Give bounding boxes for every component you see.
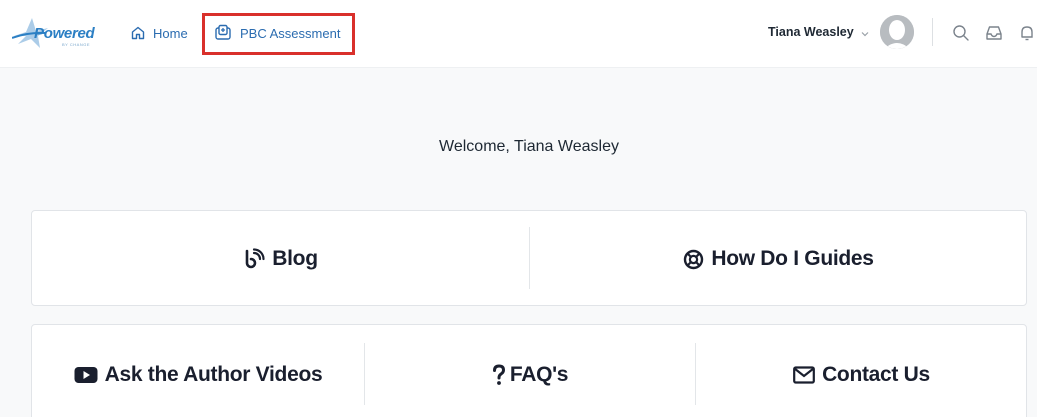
faqs-label: FAQ's — [509, 363, 569, 386]
blog-link[interactable]: Blog — [32, 211, 529, 307]
search-icon[interactable] — [952, 24, 970, 47]
brand-logo[interactable]: Powered BY CHANGE — [12, 14, 96, 50]
contact-us-label: Contact Us — [822, 363, 930, 386]
envelope-icon — [793, 366, 815, 384]
contact-us-link[interactable]: Contact Us — [696, 325, 1027, 417]
bell-icon[interactable] — [1018, 24, 1036, 47]
ask-the-author-videos-label: Ask the Author Videos — [104, 363, 323, 386]
top-navigation-bar: Powered BY CHANGE Home PBC Assessment Ti… — [0, 0, 1037, 68]
question-icon — [492, 364, 506, 386]
blog-label: Blog — [272, 247, 318, 270]
ask-the-author-videos-link[interactable]: Ask the Author Videos — [32, 325, 364, 417]
home-icon — [130, 25, 146, 41]
youtube-icon — [74, 366, 98, 384]
inbox-icon[interactable] — [985, 24, 1003, 47]
highlight-box — [202, 13, 355, 55]
avatar[interactable] — [880, 15, 914, 49]
how-do-i-guides-label: How Do I Guides — [711, 247, 874, 270]
nav-home-link[interactable]: Home — [130, 22, 188, 44]
logo-text: Powered — [34, 25, 95, 42]
nav-home-label: Home — [153, 25, 188, 41]
how-do-i-guides-link[interactable]: How Do I Guides — [530, 211, 1027, 307]
chevron-down-icon[interactable] — [860, 26, 870, 44]
blog-icon — [243, 248, 265, 270]
lifebuoy-icon — [683, 249, 704, 270]
welcome-message: Welcome, Tiana Weasley — [439, 138, 619, 155]
user-name[interactable]: Tiana Weasley — [768, 25, 854, 39]
resources-card-top: Blog How Do I Guides — [31, 210, 1027, 306]
faqs-link[interactable]: FAQ's — [365, 325, 695, 417]
resources-card-bottom: Ask the Author Videos FAQ's Contact Us — [31, 324, 1027, 417]
logo-tagline: BY CHANGE — [62, 42, 90, 47]
header-divider — [932, 18, 933, 46]
